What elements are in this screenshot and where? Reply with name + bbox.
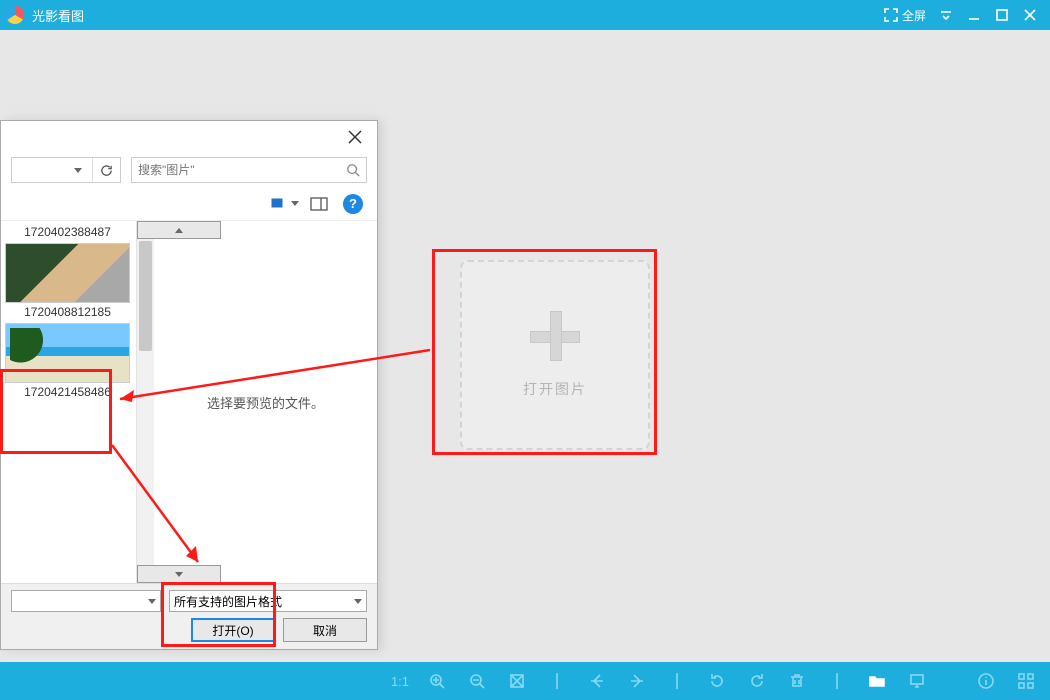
fit-button[interactable] (497, 662, 537, 700)
ratio-button[interactable]: 1:1 (383, 662, 417, 700)
cancel-button[interactable]: 取消 (283, 618, 367, 642)
fit-icon (508, 672, 526, 690)
rotate-ccw-button[interactable] (697, 662, 737, 700)
search-box[interactable] (131, 157, 367, 183)
grid-icon (1017, 672, 1035, 690)
scroll-down-button[interactable] (137, 565, 221, 583)
thumbnails-icon (271, 197, 287, 211)
thumb-image (5, 243, 130, 303)
thumb-caption: 1720421458486 (5, 385, 130, 399)
open-image-dropzone[interactable]: 打开图片 (460, 260, 650, 450)
rotate-cw-icon (748, 672, 766, 690)
slideshow-button[interactable] (897, 662, 937, 700)
plus-icon (530, 311, 580, 361)
file-open-dialog: ? 1720402388487 1720408812185 1720421458… (0, 120, 378, 650)
preview-hint: 选择要预览的文件。 (207, 393, 324, 412)
dialog-footer: 所有支持的图片格式 打开(O) 取消 (1, 583, 377, 649)
thumb-caption: 1720408812185 (5, 305, 130, 319)
filter-combo[interactable]: 所有支持的图片格式 (169, 590, 367, 612)
thumb-image (5, 323, 130, 383)
info-button[interactable] (966, 662, 1006, 700)
view-mode-select[interactable] (271, 193, 299, 215)
scroll-up-button[interactable] (137, 221, 221, 239)
zoom-out-button[interactable] (457, 662, 497, 700)
cancel-button-label: 取消 (313, 622, 337, 639)
title-bar: 光影看图 全屏 (0, 0, 1050, 30)
next-button[interactable] (617, 662, 657, 700)
list-item[interactable]: 1720408812185 (5, 243, 130, 319)
grid-button[interactable] (1006, 662, 1046, 700)
open-folder-button[interactable] (857, 662, 897, 700)
minimize-icon (967, 8, 981, 22)
filename-combo[interactable] (11, 590, 161, 612)
list-item[interactable]: 1720421458486 (5, 323, 130, 399)
zoom-in-button[interactable] (417, 662, 457, 700)
dialog-toolbar: ? (1, 187, 377, 221)
preview-pane: 选择要预览的文件。 (154, 221, 377, 583)
dropzone-label: 打开图片 (523, 379, 587, 399)
arrow-right-icon (628, 672, 646, 690)
divider-3 (817, 662, 857, 700)
arrow-left-icon (588, 672, 606, 690)
help-button[interactable]: ? (339, 193, 367, 215)
info-icon (977, 672, 995, 690)
maximize-button[interactable] (988, 0, 1016, 30)
path-dropdown[interactable] (64, 158, 92, 182)
zoom-in-icon (428, 672, 446, 690)
path-refresh[interactable] (92, 158, 120, 182)
rotate-ccw-icon (708, 672, 726, 690)
refresh-icon (100, 164, 113, 177)
app-logo-icon (6, 6, 24, 24)
divider-2 (657, 662, 697, 700)
thumb-caption: 1720402388487 (5, 225, 130, 239)
open-button-label: 打开(O) (212, 622, 253, 639)
prev-button[interactable] (577, 662, 617, 700)
slideshow-icon (908, 672, 926, 690)
preview-pane-toggle[interactable] (305, 193, 333, 215)
rotate-cw-button[interactable] (737, 662, 777, 700)
close-button[interactable] (1016, 0, 1044, 30)
expand-icon (884, 8, 898, 22)
folder-open-icon (868, 672, 886, 690)
divider-1 (537, 662, 577, 700)
zoom-out-icon (468, 672, 486, 690)
help-icon: ? (343, 194, 363, 214)
delete-button[interactable] (777, 662, 817, 700)
preview-pane-icon (310, 197, 328, 211)
scroll-handle[interactable] (139, 241, 152, 351)
minimize-button[interactable] (960, 0, 988, 30)
menu-button[interactable] (932, 0, 960, 30)
open-button[interactable]: 打开(O) (191, 618, 275, 642)
fullscreen-label: 全屏 (902, 7, 926, 24)
trash-icon (788, 672, 806, 690)
search-icon (346, 163, 360, 177)
menu-down-icon (939, 8, 953, 22)
close-icon (1023, 8, 1037, 22)
dialog-close-button[interactable] (341, 123, 369, 151)
ratio-label: 1:1 (391, 674, 409, 689)
app-title: 光影看图 (32, 6, 84, 25)
fullscreen-button[interactable]: 全屏 (878, 7, 932, 24)
search-input[interactable] (138, 163, 346, 177)
maximize-icon (995, 8, 1009, 22)
path-history-box[interactable] (11, 157, 121, 183)
list-item[interactable]: 1720402388487 (5, 225, 130, 239)
bottom-toolbar: 1:1 (0, 662, 1050, 700)
close-icon (348, 130, 362, 144)
filter-label: 所有支持的图片格式 (174, 593, 282, 610)
scrollbar[interactable] (136, 221, 154, 583)
thumbnail-list: 1720402388487 1720408812185 172042145848… (1, 221, 136, 583)
